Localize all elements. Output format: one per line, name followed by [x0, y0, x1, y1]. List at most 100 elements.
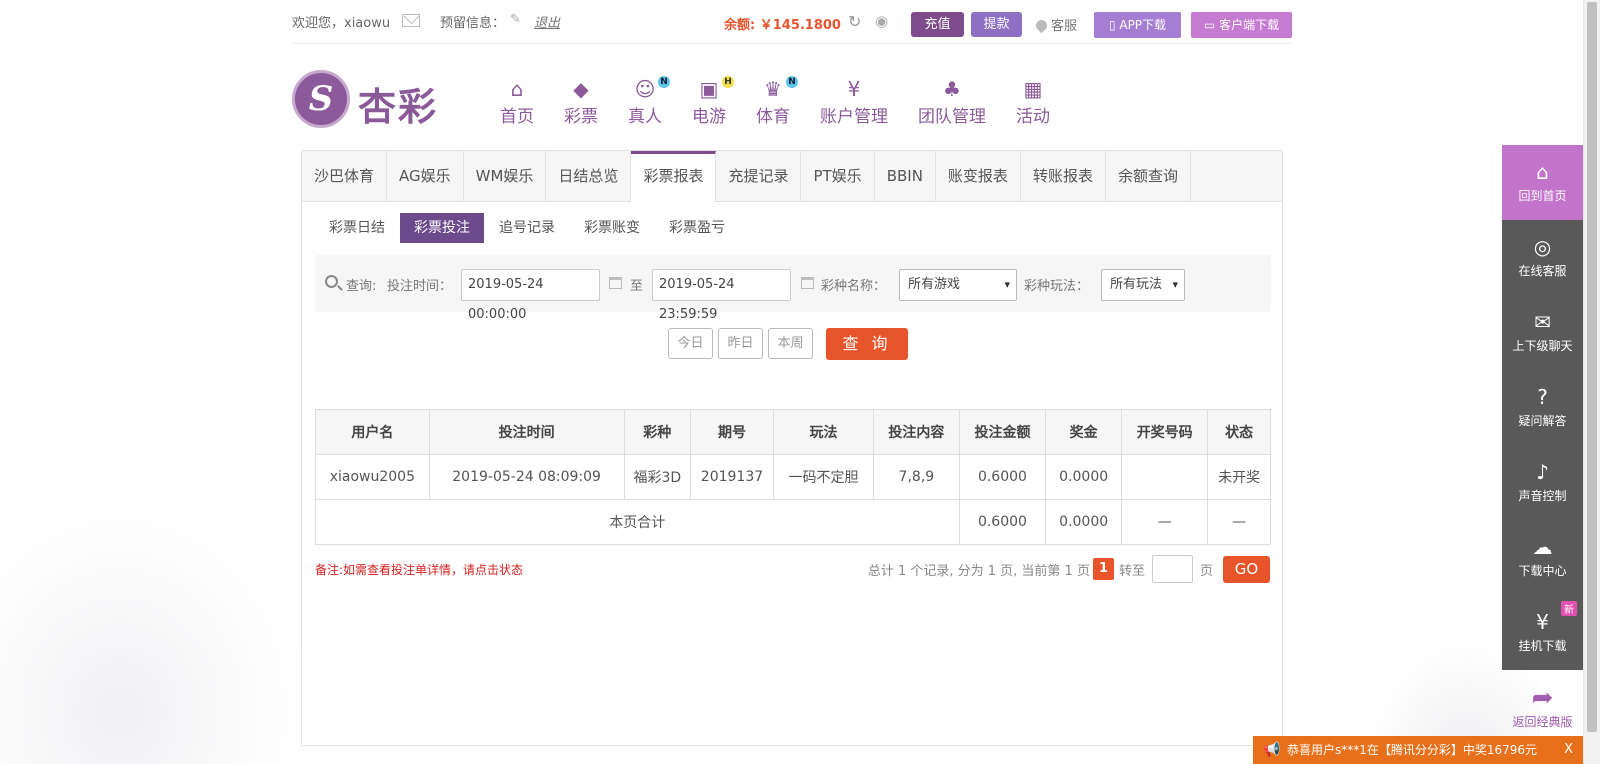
calendar-icon[interactable]: [801, 277, 814, 289]
summary-draw: —: [1121, 499, 1209, 545]
tab-lottery-2[interactable]: 追号记录: [485, 213, 569, 243]
nav-item-label: 彩票: [564, 107, 598, 127]
play-type-label: 彩种玩法：: [1024, 279, 1090, 294]
recharge-button[interactable]: 充值: [911, 12, 964, 37]
page-number-input[interactable]: [1151, 555, 1193, 583]
return-arrow-icon: ➦: [1531, 683, 1554, 713]
tab-report-8[interactable]: 账变报表: [936, 151, 1021, 201]
hide-balance-icon[interactable]: ◉: [875, 12, 888, 30]
sidebar-item-0[interactable]: ⌂ 回到首页: [1502, 145, 1583, 220]
mail-icon[interactable]: [402, 14, 420, 27]
customer-service-link[interactable]: 客服: [1033, 15, 1077, 34]
tab-report-5[interactable]: 充提记录: [716, 151, 802, 201]
nav-item-label: 团队管理: [918, 107, 986, 127]
sidebar-item-label: 在线客服: [1518, 264, 1567, 278]
tab-report-1[interactable]: AG娱乐: [387, 151, 464, 201]
withdraw-button[interactable]: 提款: [971, 12, 1022, 37]
tab-report-0[interactable]: 沙巴体育: [302, 151, 388, 201]
sidebar-item-5[interactable]: ☁ 下载中心: [1502, 520, 1583, 595]
sidebar-item-label: 声音控制: [1518, 489, 1567, 503]
scrollbar-thumb[interactable]: [1587, 2, 1597, 732]
status-link[interactable]: 未开奖: [1207, 454, 1271, 500]
this-week-button[interactable]: 本周: [768, 328, 813, 359]
sidebar-item-6[interactable]: ¥ 挂机下载新: [1502, 595, 1583, 670]
support-24-icon: ◎: [1533, 235, 1552, 259]
table-cell: 福彩3D: [623, 454, 692, 500]
question-icon: ?: [1537, 385, 1548, 409]
bet-table: 用户名 投注时间 彩种 期号 玩法 投注内容 投注金额 奖金 开奖号码 状态 xiaowu2005…: [315, 409, 1271, 545]
nav-item-3[interactable]: ▣ H 电游: [692, 76, 734, 128]
cloud-download-icon: ☁: [1532, 535, 1553, 559]
summary-bonus: 0.0000: [1045, 499, 1123, 545]
sidebar-item-1[interactable]: ◎ 在线客服: [1502, 220, 1583, 295]
refresh-icon[interactable]: ↻: [848, 12, 861, 31]
app-download-button[interactable]: ▯ APP下载: [1094, 12, 1181, 38]
today-button[interactable]: 今日: [668, 328, 713, 359]
home-icon: ⌂: [1536, 160, 1549, 184]
nav-badge: N: [786, 76, 798, 88]
edit-icon[interactable]: ✎: [510, 12, 521, 27]
table-row: xiaowu2005 2019-05-24 08:09:09 福彩3D 2019137…: [315, 454, 1271, 500]
column-header: 奖金: [1045, 409, 1123, 455]
logo-text: 杏彩: [358, 84, 439, 129]
nav-item-0[interactable]: ⌂ 首页: [500, 76, 534, 128]
table-cell: 2019137: [690, 454, 774, 500]
game-name-label: 彩种名称：: [821, 279, 887, 294]
vertical-scrollbar[interactable]: [1583, 0, 1600, 764]
tab-lottery-3[interactable]: 彩票账变: [570, 213, 654, 243]
tab-report-3[interactable]: 日结总览: [546, 151, 632, 201]
tab-report-9[interactable]: 转账报表: [1021, 151, 1106, 201]
tab-lottery-4[interactable]: 彩票盈亏: [655, 213, 739, 243]
tab-report-10[interactable]: 余额查询: [1106, 151, 1191, 201]
megaphone-icon: 📢: [1263, 742, 1281, 758]
tab-lottery-1[interactable]: 彩票投注: [400, 213, 484, 243]
nav-item-4[interactable]: ♛ N 体育: [756, 76, 798, 128]
close-icon[interactable]: X: [1564, 736, 1573, 764]
balance-display: 余额: ￥145.1800: [724, 18, 841, 33]
go-button[interactable]: GO: [1223, 555, 1270, 583]
tab-report-4[interactable]: 彩票报表: [631, 151, 717, 202]
yen-coin-icon: ¥: [847, 77, 861, 101]
pc-client-download-button[interactable]: ▭ 客户端下载: [1191, 12, 1292, 38]
live-dealer-icon: ☺: [634, 77, 656, 101]
start-time-input[interactable]: 2019-05-24 00:00:00: [461, 269, 600, 322]
tab-report-2[interactable]: WM娱乐: [464, 151, 547, 201]
lottery-sub-tabs: 彩票日结 彩票投注 追号记录 彩票账变 彩票盈亏: [302, 213, 740, 243]
yesterday-button[interactable]: 昨日: [718, 328, 763, 359]
column-header: 状态: [1207, 409, 1271, 455]
nav-item-7[interactable]: ▦ 活动: [1016, 76, 1050, 128]
report-tabs: 沙巴体育 AG娱乐 WM娱乐 日结总览 彩票报表 充提记录 PT娱乐 BBIN 账变报表 转账报表…: [302, 151, 1282, 202]
tab-lottery-0[interactable]: 彩票日结: [315, 213, 399, 243]
nav-item-2[interactable]: ☺ N 真人: [628, 76, 670, 128]
tab-report-6[interactable]: PT娱乐: [801, 151, 875, 201]
search-button[interactable]: 查 询: [826, 328, 908, 360]
search-icon: [325, 275, 338, 288]
sidebar-item-3[interactable]: ? 疑问解答: [1502, 370, 1583, 445]
new-badge: 新: [1561, 601, 1577, 616]
pager-info: 总计 1 个记录, 分为 1 页, 当前第 1 页: [867, 563, 1090, 579]
table-cell: 0.6000: [958, 454, 1047, 500]
nav-item-6[interactable]: ♣ 团队管理: [918, 76, 986, 128]
tab-report-7[interactable]: BBIN: [875, 151, 936, 201]
current-page[interactable]: 1: [1092, 558, 1114, 580]
table-header-row: 用户名 投注时间 彩种 期号 玩法 投注内容 投注金额 奖金 开奖号码 状态: [315, 409, 1271, 455]
table-cell: [1121, 454, 1209, 500]
column-header: 开奖号码: [1121, 409, 1209, 455]
play-type-select[interactable]: 所有玩法: [1101, 269, 1185, 301]
column-header: 投注内容: [873, 409, 960, 455]
nav-item-1[interactable]: ◆ 彩票: [564, 76, 598, 128]
end-time-input[interactable]: 2019-05-24 23:59:59: [652, 269, 791, 322]
nav-item-label: 真人: [628, 107, 662, 127]
sidebar-item-label: 上下级聊天: [1512, 339, 1573, 353]
table-cell: 2019-05-24 08:09:09: [428, 454, 625, 500]
speaker-icon: ♪: [1536, 460, 1549, 484]
sidebar-item-2[interactable]: ✉ 上下级聊天: [1502, 295, 1583, 370]
back-classic-link[interactable]: ➦ 返回经典版: [1502, 683, 1583, 730]
nav-item-5[interactable]: ¥ 账户管理: [820, 76, 888, 128]
logout-link[interactable]: 退出: [534, 12, 560, 31]
site-logo[interactable]: 杏彩: [292, 70, 442, 130]
nav-item-label: 体育: [756, 107, 790, 127]
calendar-icon[interactable]: [609, 277, 622, 289]
game-select[interactable]: 所有游戏: [899, 269, 1017, 301]
sidebar-item-4[interactable]: ♪ 声音控制: [1502, 445, 1583, 520]
